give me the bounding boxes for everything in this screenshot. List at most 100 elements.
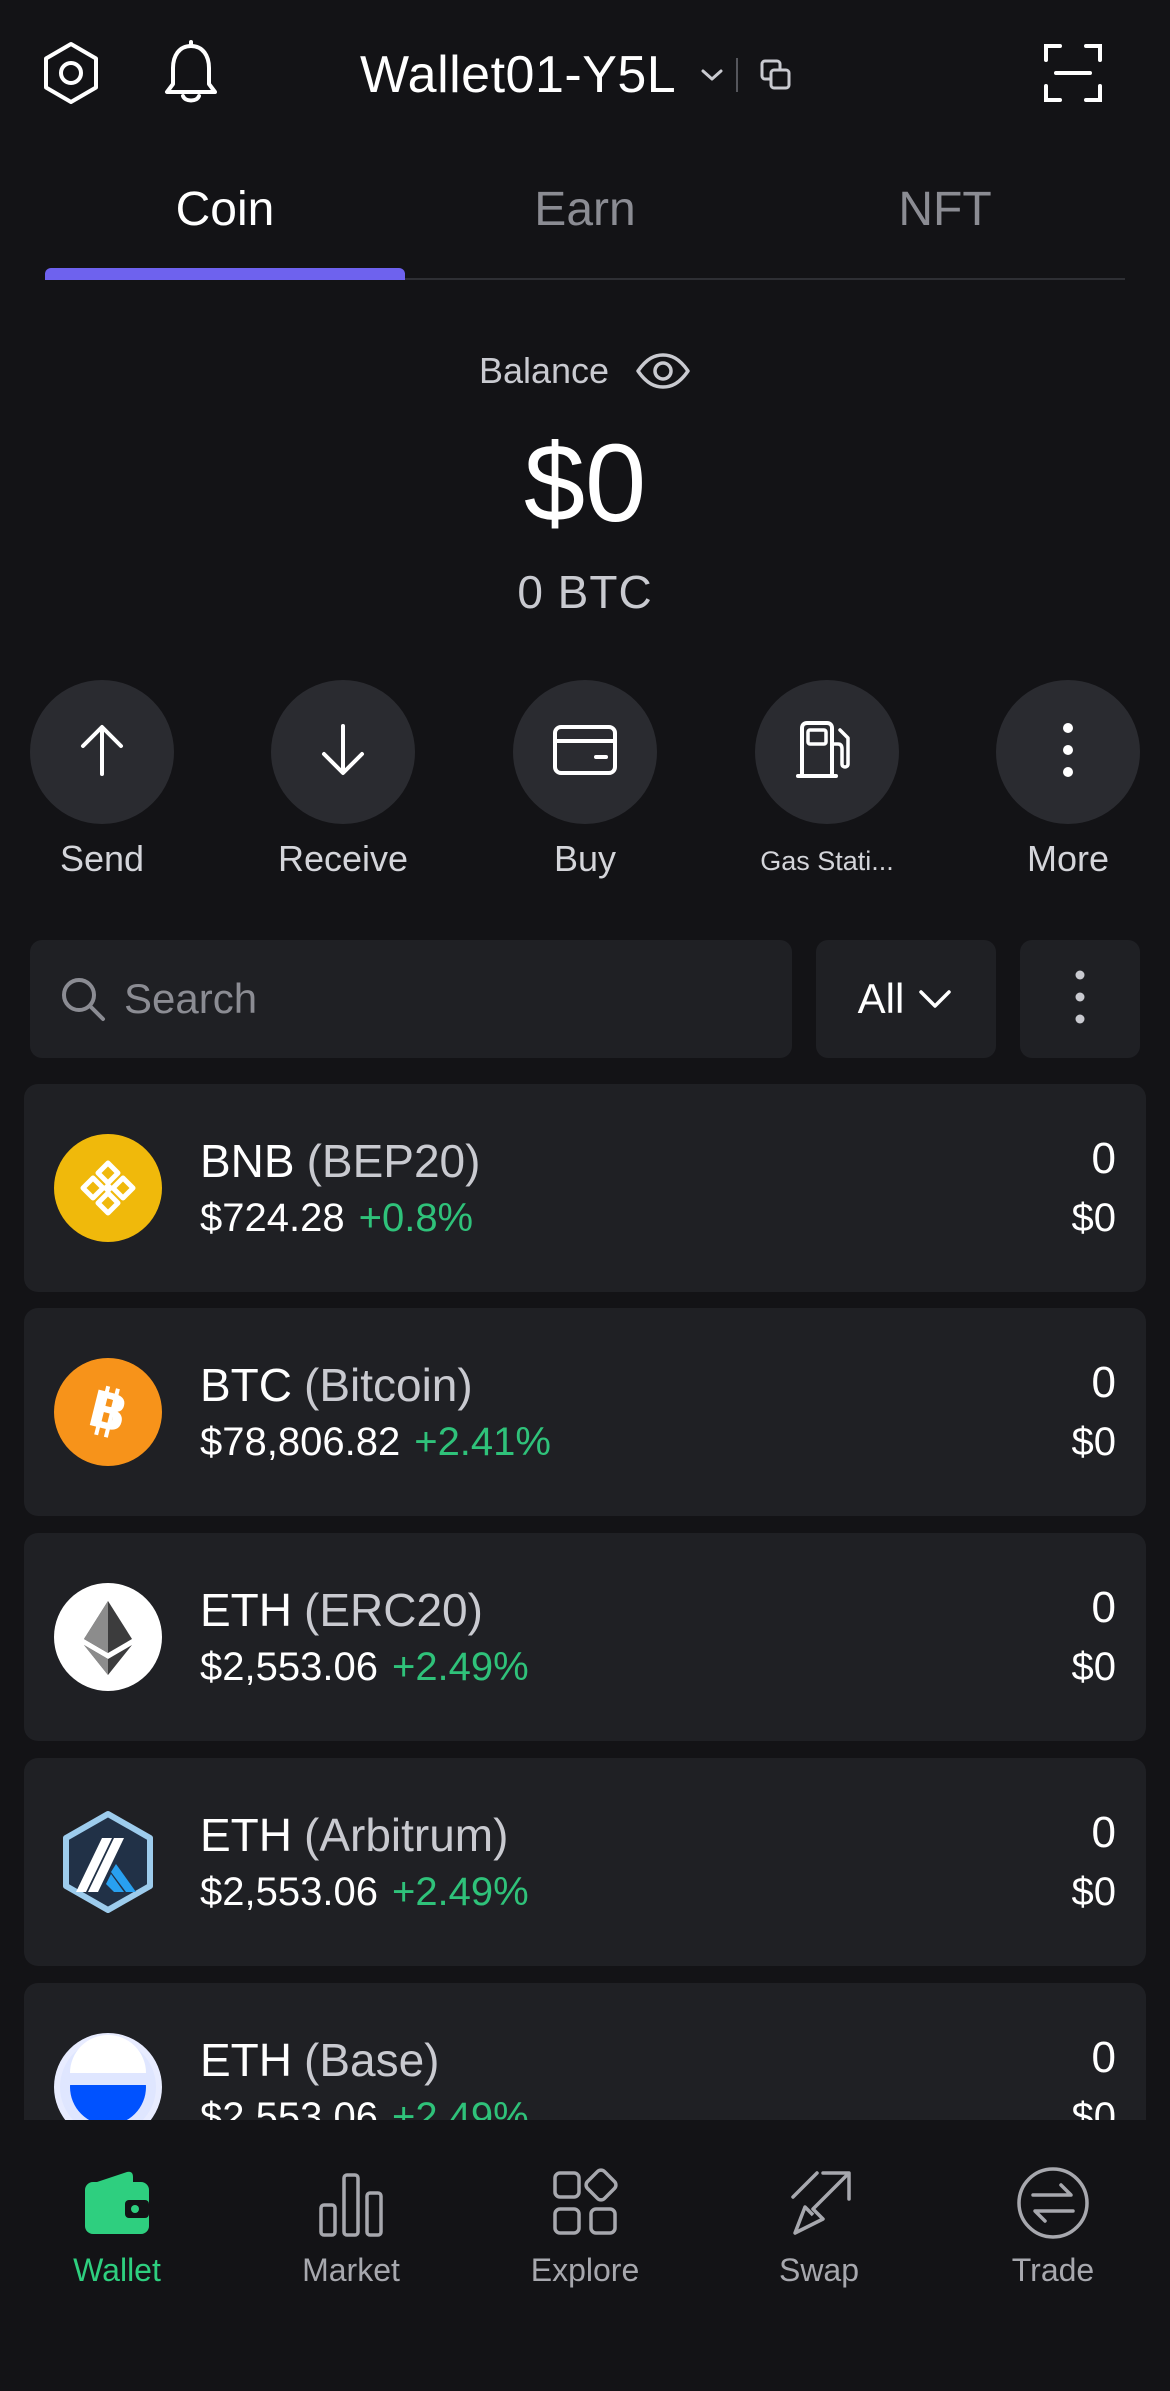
gas-station-icon [796,720,858,785]
coin-row-bnb[interactable]: BNB (BEP20) $724.28 +0.8% 0 $0 [24,1084,1146,1292]
coin-row-eth-erc20[interactable]: ETH (ERC20) $2,553.06 +2.49% 0 $0 [24,1533,1146,1741]
search-input[interactable]: Search [30,940,792,1058]
coin-list: BNB (BEP20) $724.28 +0.8% 0 $0 B BTC (Bitco… [24,1084,1146,2120]
coin-price-row: $2,553.06 +2.49% [200,1645,529,1690]
coin-symbol: ETH [200,2034,292,2086]
gas-station-circle[interactable] [755,680,899,824]
arrow-up-icon [77,722,127,783]
balance-value: $0 [523,422,647,545]
settings-hexagon-icon[interactable] [34,36,108,110]
tab-bar: Coin Earn NFT [45,160,1125,280]
send-button[interactable]: Send [2,680,202,880]
chevron-down-icon [918,987,954,1011]
tab-earn[interactable]: Earn [405,182,765,237]
action-label: More [1026,838,1110,879]
coin-change: +2.41% [414,1420,551,1464]
coin-name: BTC (Bitcoin) [200,1358,473,1412]
btc-logo: B [54,1358,162,1466]
nav-trade[interactable]: Trade [936,2160,1170,2289]
buy-button[interactable]: Buy [485,680,685,880]
filter-label: All [857,975,905,1022]
list-options-button[interactable] [1020,940,1140,1058]
coin-network: (Arbitrum) [304,1809,509,1861]
coin-change: +2.49% [391,2095,529,2120]
coin-change: +0.8% [358,1196,474,1240]
coin-network: (BEP20) [306,1135,481,1187]
coin-price: $2,553.06 [200,1645,378,1689]
nav-swap[interactable]: Swap [702,2160,936,2289]
copy-icon[interactable] [758,57,794,93]
coin-quantity: 0 [1091,1583,1116,1632]
chevron-down-icon [700,63,724,87]
nav-label: Swap [778,2252,860,2288]
coin-network: (Bitcoin) [304,1359,473,1411]
receive-circle[interactable] [271,680,415,824]
swap-icon [776,2160,862,2246]
action-row: Send Receive Buy Gas Stati... More [0,680,1170,880]
nav-market[interactable]: Market [234,2160,468,2289]
coin-quantity: 0 [1091,1134,1116,1183]
tab-coin[interactable]: Coin [45,182,405,237]
nav-explore[interactable]: Explore [468,2160,702,2289]
coin-fiat-value: $0 [1071,1870,1117,1914]
bar-chart-icon [308,2160,394,2246]
bottom-nav: Wallet Market Explore Swap Trade [0,2120,1170,2391]
grid-icon [542,2160,628,2246]
coin-change: +2.49% [391,1645,529,1689]
tab-label: NFT [898,183,992,236]
nav-label: Market [302,2252,400,2288]
send-circle[interactable] [30,680,174,824]
wallet-switcher[interactable]: Wallet01-Y5L [360,40,794,110]
more-button[interactable]: More [968,680,1168,880]
action-label: Gas Stati... [760,846,894,876]
coin-row-eth-arbitrum[interactable]: ETH (Arbitrum) $2,553.06 +2.49% 0 $0 [24,1758,1146,1966]
bell-icon[interactable] [154,36,228,110]
more-vertical-icon [1074,968,1086,1031]
coin-symbol: ETH [200,1809,292,1861]
coin-symbol: BNB [200,1135,295,1187]
coin-row-btc[interactable]: B BTC (Bitcoin) $78,806.82 +2.41% 0 $0 [24,1308,1146,1516]
more-circle[interactable] [996,680,1140,824]
nav-wallet[interactable]: Wallet [0,2160,234,2289]
buy-circle[interactable] [513,680,657,824]
coin-name: BNB (BEP20) [200,1134,480,1188]
search-placeholder: Search [124,975,258,1022]
coin-fiat-value: $0 [1071,1645,1117,1689]
coin-price-row: $2,553.06 +2.49% [200,2095,529,2120]
filter-dropdown[interactable]: All [816,940,996,1058]
coin-name: ETH (ERC20) [200,1583,483,1637]
coin-change: +2.49% [391,1870,529,1914]
coin-price: $724.28 [200,1196,345,1240]
coin-symbol: ETH [200,1584,292,1636]
action-label: Send [59,838,145,879]
receive-button[interactable]: Receive [243,680,443,880]
nav-label: Trade [1011,2252,1095,2288]
eye-icon[interactable] [635,351,691,391]
coin-price: $2,553.06 [200,2095,378,2120]
tab-label: Coin [175,183,275,236]
balance-header: Balance [0,350,1170,392]
coin-row-eth-base[interactable]: ETH (Base) $2,553.06 +2.49% 0 $0 [24,1983,1146,2120]
coin-price-row: $78,806.82 +2.41% [200,1420,551,1465]
wallet-name: Wallet01-Y5L [360,46,677,104]
coin-quantity: 0 [1091,2033,1116,2082]
action-label: Buy [553,838,617,879]
search-icon [60,975,108,1023]
balance-btc: 0 BTC [517,566,653,618]
scan-icon[interactable] [1036,36,1110,110]
action-label: Receive [277,838,409,879]
coin-price: $78,806.82 [200,1420,401,1464]
arrow-down-icon [318,722,368,783]
arbitrum-logo [54,1808,162,1916]
card-icon [552,723,618,782]
tab-nft[interactable]: NFT [765,182,1125,237]
coin-fiat-value: $0 [1071,1420,1117,1464]
balance-label: Balance [478,350,610,391]
coin-fiat-value: $0 [1071,1196,1117,1240]
nav-label: Explore [530,2252,640,2288]
trade-icon [1010,2160,1096,2246]
wallet-icon [74,2160,160,2246]
coin-fiat-value: $0 [1071,2095,1117,2120]
gas-station-button[interactable]: Gas Stati... [727,680,927,877]
eth-logo [54,1583,162,1691]
